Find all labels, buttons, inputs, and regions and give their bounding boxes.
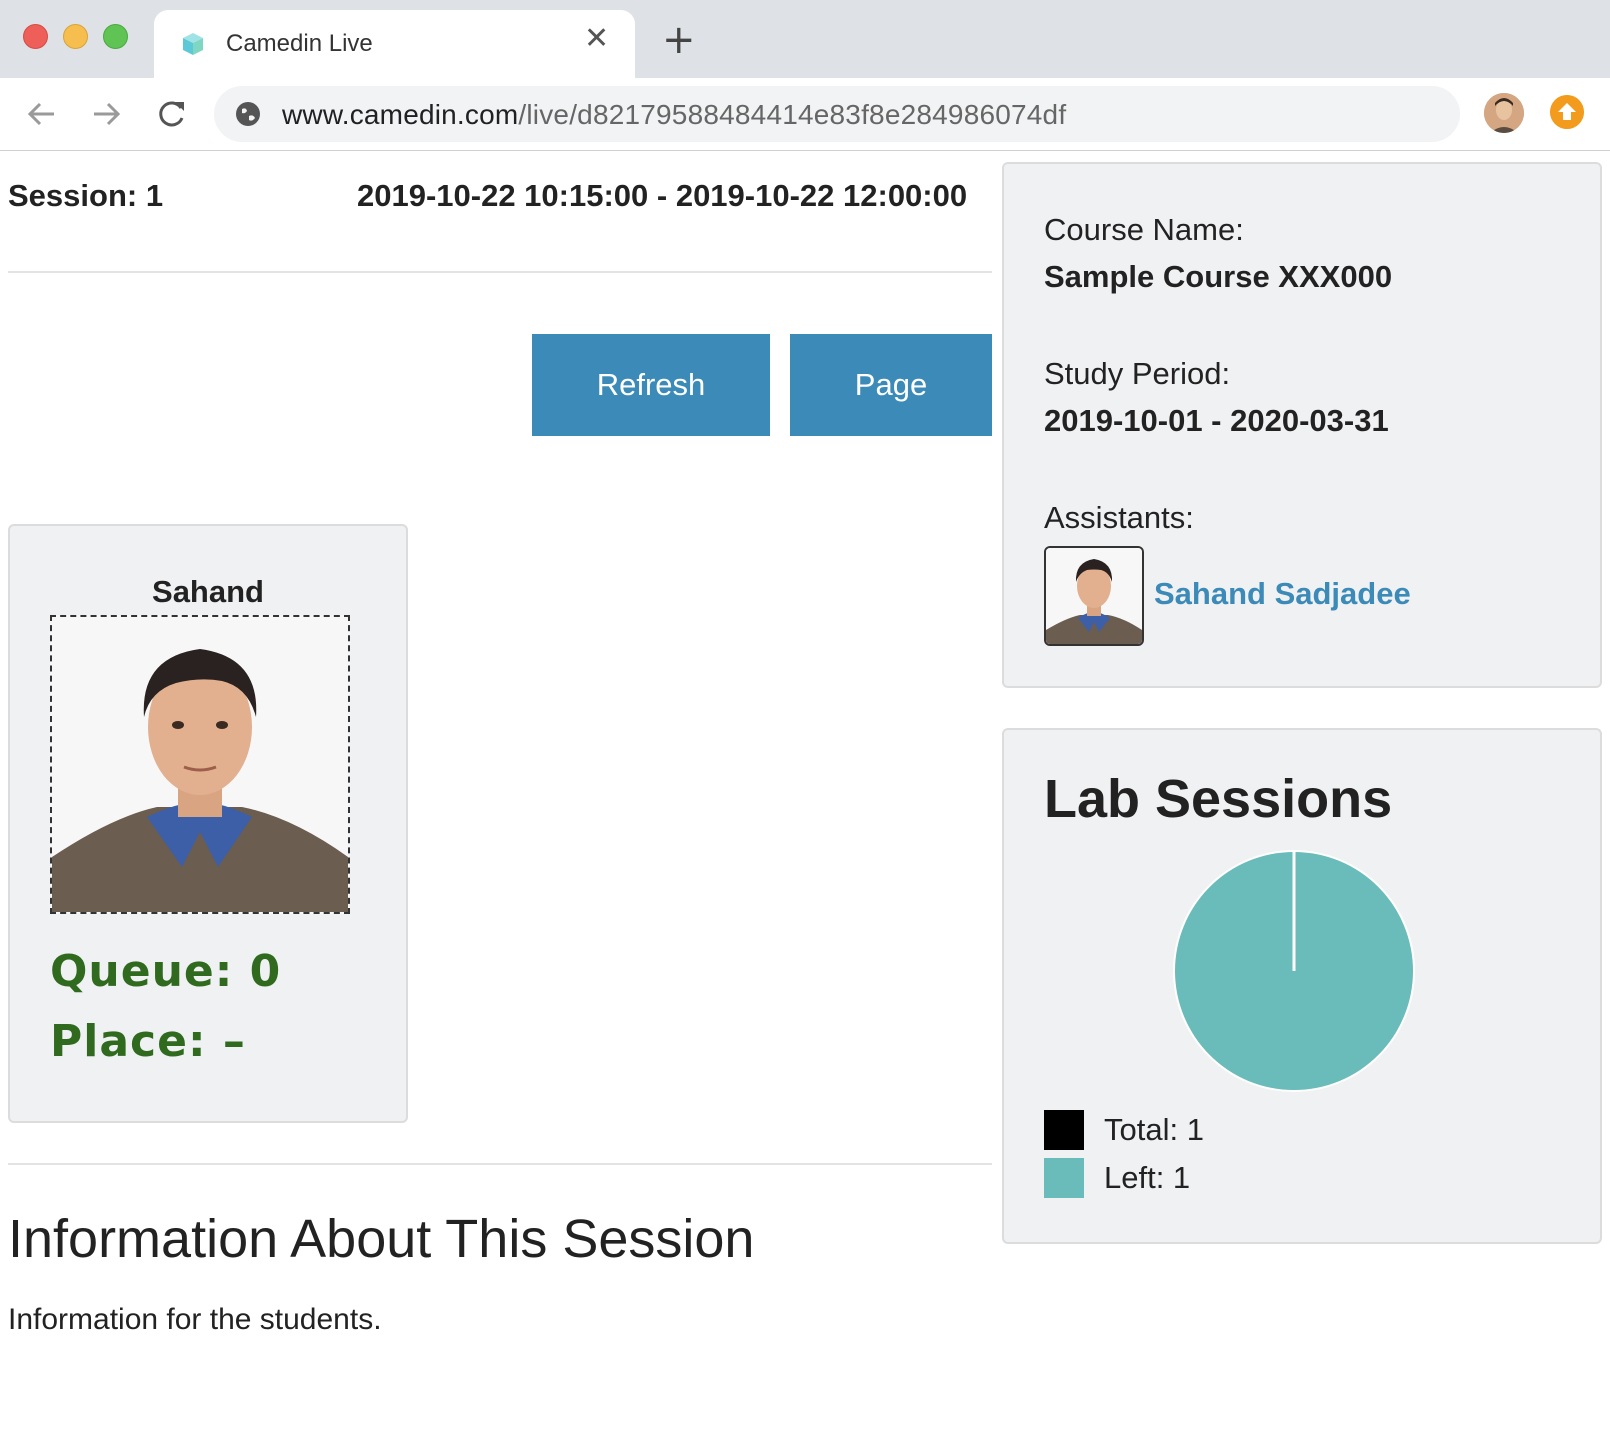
session-info-text: Information for the students.: [8, 1303, 382, 1336]
browser-toolbar: www.camedin.com/live/d82179588484414e83f…: [0, 78, 1610, 151]
camedin-cube-icon: [183, 33, 203, 55]
update-arrow-icon[interactable]: [1550, 95, 1584, 129]
queue-count: Queue: 0: [50, 946, 282, 997]
close-window-button[interactable]: [23, 24, 48, 49]
legend-label-total: Total: 1: [1104, 1112, 1204, 1147]
reload-icon[interactable]: [151, 94, 191, 134]
tab-title: Camedin Live: [226, 30, 373, 57]
arrow-right-icon[interactable]: [86, 94, 126, 134]
browser-tab[interactable]: Camedin Live ✕: [154, 10, 635, 78]
url-text: www.camedin.com/live/d82179588484414e83f…: [282, 99, 1066, 131]
queue-place: Place: –: [50, 1016, 246, 1067]
arrow-left-icon[interactable]: [22, 94, 62, 134]
page-button[interactable]: Page: [790, 334, 992, 436]
address-bar[interactable]: www.camedin.com/live/d82179588484414e83f…: [214, 86, 1460, 142]
legend-swatch-total: [1044, 1110, 1084, 1150]
legend-item-total: Total: 1: [1044, 1110, 1204, 1150]
legend-label-left: Left: 1: [1104, 1160, 1191, 1195]
session-info-heading: Information About This Session: [8, 1209, 755, 1269]
session-time-range: 2019-10-22 10:15:00 - 2019-10-22 12:00:0…: [357, 178, 968, 213]
course-name: Sample Course XXX000: [1044, 259, 1393, 294]
student-photo: [50, 615, 350, 914]
study-period: 2019-10-01 - 2020-03-31: [1044, 403, 1389, 438]
lab-sessions-card: Lab Sessions Total: 1 Left: 1: [1002, 728, 1602, 1244]
url-path: /live/d82179588484414e83f8e284986074df: [518, 99, 1067, 130]
legend-item-left: Left: 1: [1044, 1158, 1190, 1198]
student-name: Sahand: [152, 574, 264, 609]
legend-swatch-left: [1044, 1158, 1084, 1198]
minimize-window-button[interactable]: [63, 24, 88, 49]
profile-avatar-icon[interactable]: [1484, 93, 1524, 133]
lab-sessions-pie-chart: [1173, 850, 1415, 1092]
divider: [8, 271, 992, 273]
maximize-window-button[interactable]: [103, 24, 128, 49]
assistant-avatar[interactable]: [1044, 546, 1144, 646]
lab-sessions-title: Lab Sessions: [1044, 769, 1393, 829]
study-period-label: Study Period:: [1044, 356, 1231, 391]
browser-tab-bar: Camedin Live ✕ +: [0, 0, 1610, 78]
assistants-label: Assistants:: [1044, 500, 1194, 535]
course-name-label: Course Name:: [1044, 212, 1244, 247]
refresh-button[interactable]: Refresh: [532, 334, 770, 436]
session-number: Session: 1: [8, 178, 164, 213]
url-host: www.camedin.com: [282, 99, 519, 130]
student-card: Sahand Queue: 0 Place: –: [8, 524, 408, 1123]
tab-close-icon[interactable]: ✕: [584, 24, 609, 54]
course-info-card: Course Name: Sample Course XXX000 Study …: [1002, 162, 1602, 688]
divider: [8, 1163, 992, 1165]
globe-icon[interactable]: [234, 100, 262, 128]
assistant-name-link[interactable]: Sahand Sadjadee: [1154, 576, 1411, 612]
new-tab-icon[interactable]: +: [662, 20, 696, 60]
